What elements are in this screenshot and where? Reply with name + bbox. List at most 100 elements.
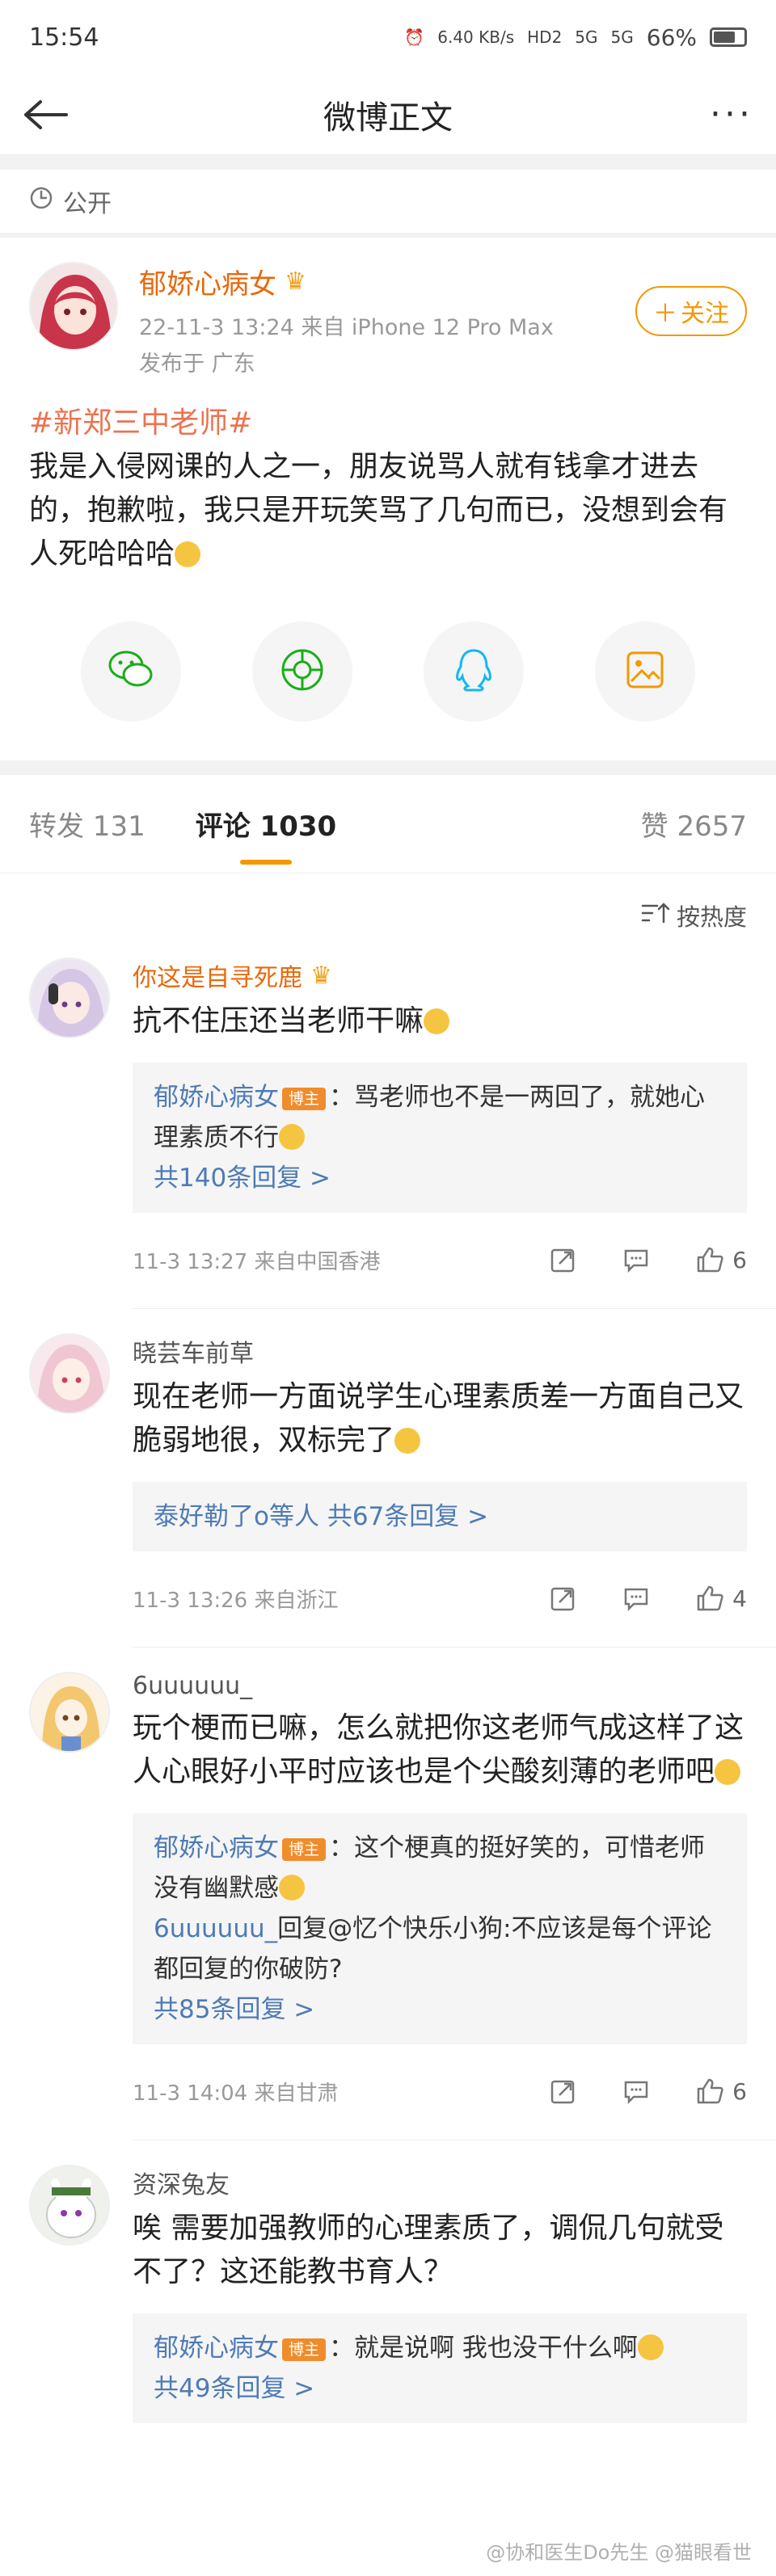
follow-button[interactable]: ＋ 关注 <box>635 286 747 336</box>
visibility-label: 公开 <box>63 190 112 218</box>
nav-bar: 微博正文 ··· <box>0 74 776 155</box>
share-wechat-button[interactable] <box>81 621 181 722</box>
weibo-post: 郁娇心病女 ♛ 22-11-3 13:24 来自 iPhone 12 Pro M… <box>0 238 776 760</box>
laugh-cry-emoji-icon <box>637 2334 664 2360</box>
reply-author[interactable]: 郁娇心病女 <box>154 1833 279 1863</box>
comment-icon <box>624 2081 648 2105</box>
commenter-name[interactable]: 你这是自寻死鹿 <box>133 958 302 993</box>
comment-item: 你这是自寻死鹿 ♛ 抗不住压还当老师干嘛 郁娇心病女 博主 ：骂老师也不是一两回了，… <box>0 958 776 1284</box>
author-avatar[interactable] <box>29 262 118 351</box>
commenter-name[interactable]: 资深兔友 <box>133 2165 230 2200</box>
share-moments-button[interactable] <box>252 621 352 722</box>
reply-box[interactable]: 郁娇心病女 博主 ：就是说啊 我也没干什么啊 共49条回复 > <box>133 2313 747 2423</box>
back-arrow-icon[interactable] <box>23 90 87 139</box>
comment-main: 6uuuuuu_ 玩个梗而已嘛，怎么就把你这老师气成这样了这人心眼好小平时应该也… <box>133 1672 747 2115</box>
commenter-name[interactable]: 6uuuuuu_ <box>133 1672 252 1700</box>
sort-by-hot-button[interactable]: 按热度 <box>677 899 747 932</box>
comment-footer: 11-3 14:04 来自甘肃 6 <box>133 2067 747 2115</box>
reply-box[interactable]: 郁娇心病女 博主 ：这个梗真的挺好笑的，可惜老师没有幽默感 6uuuuuu_回复@忆… <box>133 1813 747 2044</box>
comment-main: 资深兔友 唉 需要加强教师的心理素质了，调侃几句就受不了？这还能教书育人？ 郁娇… <box>133 2165 747 2423</box>
commenter-avatar[interactable] <box>29 1672 110 1753</box>
comment-actions: 6 <box>550 2077 747 2105</box>
save-image-icon <box>624 649 666 694</box>
comment-icon <box>624 1588 648 1612</box>
repost-comment-button[interactable] <box>550 2077 577 2105</box>
comment-text-content: 玩个梗而已嘛，怎么就把你这老师气成这样了这人心眼好小平时应该也是个尖酸刻薄的老师… <box>133 1711 744 1788</box>
reply-author[interactable]: 郁娇心病女 <box>154 2334 279 2363</box>
author-name[interactable]: 郁娇心病女 <box>139 262 276 301</box>
hd-icon: HD2 <box>527 27 563 47</box>
share-qq-button[interactable] <box>424 621 524 722</box>
grin-emoji-icon <box>715 1759 741 1785</box>
tab-repost[interactable]: 转发 131 <box>29 804 146 844</box>
share-icon <box>550 1248 575 1273</box>
grin-emoji-icon <box>394 1428 421 1454</box>
crown-badge-icon: ♛ <box>310 961 332 990</box>
more-replies-link[interactable]: 共85条回复 > <box>154 1989 726 2030</box>
share-row <box>29 576 747 760</box>
commenter-name-row: 晓芸车前草 <box>133 1333 747 1369</box>
laugh-cry-emoji-icon <box>175 541 201 567</box>
visibility-row: 公开 <box>0 170 776 233</box>
crown-badge-icon: ♛ <box>285 267 306 296</box>
comment-text: 抗不住压还当老师干嘛 <box>133 1000 747 1043</box>
save-image-button[interactable] <box>595 621 695 722</box>
reply-box[interactable]: 郁娇心病女 博主 ：骂老师也不是一两回了，就她心理素质不行 共140条回复 > <box>133 1063 747 1213</box>
commenter-avatar[interactable] <box>29 2165 110 2246</box>
more-replies-link[interactable]: 共140条回复 > <box>154 1158 726 1198</box>
post-location: 发布于 广东 <box>139 351 255 377</box>
comment-actions: 6 <box>550 1246 747 1273</box>
more-replies-link[interactable]: 泰好勒了o等人 共67条回复 > <box>154 1496 726 1537</box>
tab-likes[interactable]: 赞 2657 <box>641 804 747 844</box>
thumbs-up-icon <box>697 1585 723 1611</box>
thumbs-up-icon <box>697 1247 723 1273</box>
commenter-avatar[interactable] <box>29 1333 110 1414</box>
like-comment-button[interactable]: 6 <box>695 1246 747 1273</box>
like-count: 6 <box>732 1246 747 1273</box>
repost-comment-button[interactable] <box>550 1246 577 1273</box>
hashtag-link[interactable]: #新郑三中老师# <box>29 406 252 440</box>
comment-text-content: 现在老师一方面说学生心理素质差一方面自己又脆弱地很，双标完了 <box>133 1380 744 1457</box>
comment-text: 现在老师一方面说学生心理素质差一方面自己又脆弱地很，双标完了 <box>133 1375 747 1463</box>
tab-comments[interactable]: 评论 1030 <box>196 804 336 844</box>
sort-row: 按热度 <box>0 873 776 958</box>
share-icon <box>550 2080 575 2104</box>
status-icons: ⏰ 6.40 KB/s HD2 5G 5G 66% <box>404 24 747 51</box>
more-options-icon[interactable]: ··· <box>689 94 753 135</box>
comment-text: 玩个梗而已嘛，怎么就把你这老师气成这样了这人心眼好小平时应该也是个尖酸刻薄的老师… <box>133 1707 747 1794</box>
repost-comment-button[interactable] <box>550 1585 577 1612</box>
laugh-cry-emoji-icon <box>424 1008 450 1034</box>
battery-icon <box>710 27 747 47</box>
signal-icon-1: 5G <box>575 27 598 47</box>
like-comment-button[interactable]: 6 <box>695 2077 747 2105</box>
comment-footer: 11-3 13:27 来自中国香港 6 <box>133 1235 747 1284</box>
reply-author[interactable]: 郁娇心病女 <box>154 1083 279 1112</box>
comment-divider <box>133 1647 776 1648</box>
reply-comment-button[interactable] <box>622 1585 650 1612</box>
watermark: @协和医生Do先生 @猫眼看世 <box>486 2541 752 2564</box>
globe-icon <box>29 186 53 217</box>
more-replies-link[interactable]: 共49条回复 > <box>154 2368 726 2409</box>
reply-comment-button[interactable] <box>622 1246 650 1273</box>
qq-icon <box>453 647 494 696</box>
like-comment-button[interactable]: 4 <box>695 1585 747 1612</box>
comment-text: 唉 需要加强教师的心理素质了，调侃几句就受不了？这还能教书育人？ <box>133 2212 724 2288</box>
comment-time-location: 11-3 13:26 来自浙江 <box>133 1588 339 1613</box>
section-gap <box>0 155 776 170</box>
thumbs-up-icon <box>697 2078 723 2104</box>
commenter-name-row: 6uuuuuu_ <box>133 1672 747 1700</box>
comment-item: 晓芸车前草 现在老师一方面说学生心理素质差一方面自己又脆弱地很，双标完了 泰好勒… <box>0 1333 776 1623</box>
comment-main: 晓芸车前草 现在老师一方面说学生心理素质差一方面自己又脆弱地很，双标完了 泰好勒… <box>133 1333 747 1623</box>
commenter-avatar[interactable] <box>29 958 110 1038</box>
reply-box[interactable]: 泰好勒了o等人 共67条回复 > <box>133 1482 747 1551</box>
reply-line: 郁娇心病女 博主 ：骂老师也不是一两回了，就她心理素质不行 <box>154 1077 726 1158</box>
like-count: 4 <box>732 1585 747 1612</box>
moments-icon <box>280 647 325 696</box>
status-bar: 15:54 ⏰ 6.40 KB/s HD2 5G 5G 66% <box>0 0 776 74</box>
reply-author[interactable]: 6uuuuuu_ <box>154 1914 277 1943</box>
commenter-name[interactable]: 晓芸车前草 <box>133 1333 254 1369</box>
reply-comment-button[interactable] <box>622 2077 650 2105</box>
page-title: 微博正文 <box>323 99 453 137</box>
comment-time-location: 11-3 14:04 来自甘肃 <box>133 2081 339 2106</box>
share-icon <box>550 1587 575 1611</box>
